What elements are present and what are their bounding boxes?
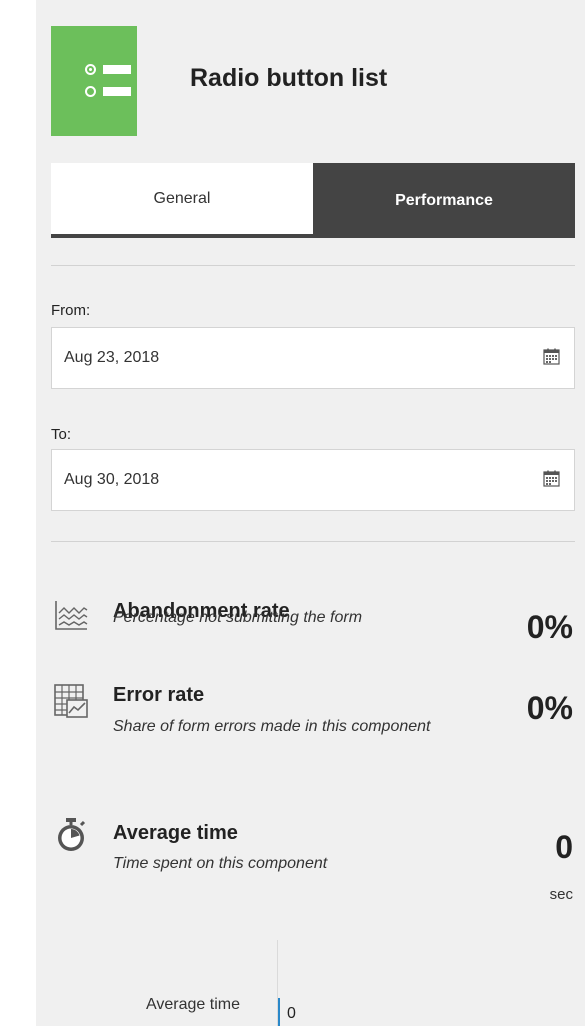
line-chart-icon	[55, 601, 88, 630]
stopwatch-icon	[58, 818, 86, 851]
table-chart-icon	[54, 684, 88, 718]
abandonment-rate-value: 0%	[526, 609, 573, 645]
panel-title: Radio button list	[190, 64, 388, 92]
to-label: To:	[51, 426, 72, 443]
chart-category-label: Average time	[146, 996, 240, 1013]
calendar-icon[interactable]	[543, 470, 560, 487]
calendar-icon[interactable]	[543, 348, 560, 365]
error-rate-description: Share of form errors made in this compon…	[113, 718, 431, 735]
from-date-field[interactable]: Aug 23, 2018	[51, 327, 575, 389]
tab-bar: General Performance	[51, 163, 575, 238]
divider	[51, 541, 575, 542]
average-time-title: Average time	[113, 822, 238, 844]
from-date-value: Aug 23, 2018	[64, 349, 160, 366]
average-time-unit: sec	[549, 886, 573, 903]
chart-value-label: 0	[287, 1005, 296, 1022]
tab-general[interactable]: General	[51, 163, 313, 238]
error-rate-title: Error rate	[113, 684, 205, 706]
average-time-value: 0	[555, 829, 573, 865]
divider	[51, 265, 575, 266]
chart-bar	[278, 998, 280, 1026]
average-time-description: Time spent on this component	[113, 855, 328, 872]
tab-performance[interactable]: Performance	[313, 163, 575, 238]
radio-list-icon	[51, 26, 137, 136]
from-label: From:	[51, 302, 91, 319]
abandonment-rate-description: Percentage not submitting the form	[113, 609, 363, 626]
to-date-value: Aug 30, 2018	[64, 471, 160, 488]
error-rate-value: 0%	[526, 690, 573, 726]
to-date-field[interactable]: Aug 30, 2018	[51, 449, 575, 511]
